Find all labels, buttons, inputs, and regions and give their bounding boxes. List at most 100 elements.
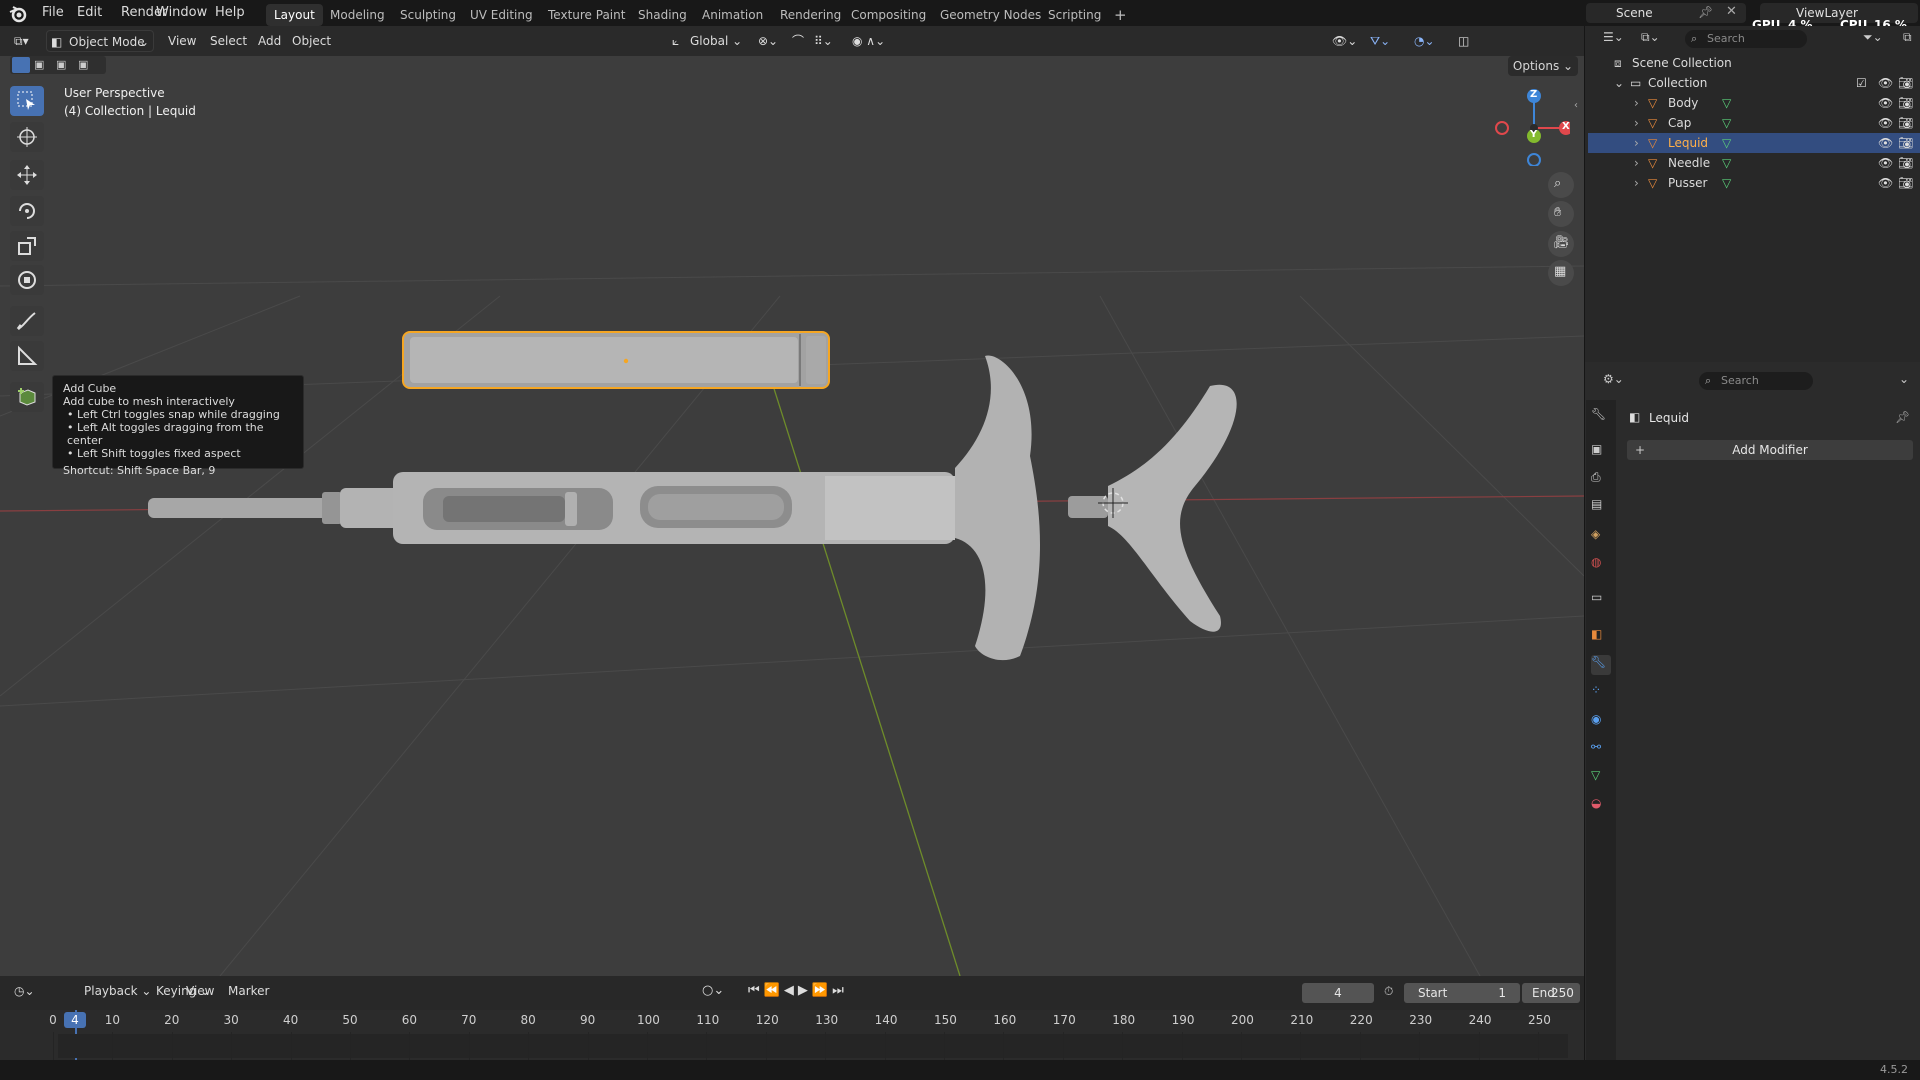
- outliner-collection[interactable]: ⌄ ▭ Collection ☑ 👁︎ 📷︎: [1588, 73, 1920, 93]
- pivot-point-icon[interactable]: ⊗⌄: [752, 30, 784, 52]
- tab-scripting[interactable]: Scripting: [1040, 4, 1109, 26]
- menu-timeline-view[interactable]: View: [180, 980, 220, 1002]
- outliner-item-lequid[interactable]: › ▽ Lequid ▽ 👁︎ 📷︎: [1588, 133, 1920, 153]
- select-subtract-icon[interactable]: ▣: [56, 58, 66, 71]
- tab-texture-paint[interactable]: Texture Paint: [540, 4, 633, 26]
- properties-editor-icon[interactable]: ⚙⌄: [1603, 372, 1624, 386]
- tab-rendering[interactable]: Rendering: [772, 4, 849, 26]
- menu-select[interactable]: Select: [204, 30, 253, 52]
- camera-icon[interactable]: 📷︎: [1898, 93, 1913, 113]
- blender-logo-icon[interactable]: [8, 4, 28, 24]
- properties-options-icon[interactable]: ⌄: [1899, 372, 1909, 386]
- timeline-editor-icon[interactable]: ◷⌄: [8, 980, 41, 1002]
- gizmo-icon[interactable]: ⛛⌄: [1364, 30, 1396, 52]
- select-box-tool[interactable]: [10, 86, 44, 116]
- mesh-data-icon[interactable]: ▽: [1722, 173, 1731, 193]
- tab-tool-icon[interactable]: 🔧︎: [1591, 407, 1611, 427]
- xray-icon[interactable]: ◫: [1452, 30, 1475, 52]
- close-icon[interactable]: ✕: [1726, 4, 1737, 19]
- cursor-tool[interactable]: [10, 122, 44, 152]
- mesh-data-icon[interactable]: ▽: [1722, 153, 1731, 173]
- tab-material-icon[interactable]: ◒: [1591, 796, 1611, 816]
- display-mode-icon[interactable]: ⧉⌄: [1641, 30, 1660, 45]
- tab-modifiers-icon[interactable]: 🔧︎: [1591, 655, 1611, 675]
- tab-layout[interactable]: Layout: [266, 4, 323, 26]
- camera-view-icon[interactable]: 🎥︎: [1548, 231, 1574, 257]
- expand-chevron-icon[interactable]: ⌄: [1614, 73, 1624, 93]
- outliner-editor-icon[interactable]: ☰⌄: [1603, 30, 1624, 44]
- timeline-body[interactable]: 0 10 20 30 40 50 60 70 80 90 100 110 120 130 140 150 160…: [0, 1010, 1584, 1060]
- cap-object[interactable]: [402, 331, 830, 389]
- expand-chevron-icon[interactable]: ›: [1634, 133, 1639, 153]
- options-dropdown[interactable]: Options ⌄: [1508, 56, 1578, 76]
- tab-geometry-nodes[interactable]: Geometry Nodes: [932, 4, 1049, 26]
- outliner-search-input[interactable]: ⌕ Search: [1685, 30, 1807, 48]
- keyframe-track[interactable]: [58, 1034, 1568, 1058]
- mode-dropdown[interactable]: ◧ Object Mode ⌄: [46, 30, 154, 52]
- transform-tool[interactable]: [10, 265, 44, 295]
- syringe-object[interactable]: [148, 355, 1237, 661]
- menu-add[interactable]: Add: [252, 30, 287, 52]
- outliner-scene-collection[interactable]: ⧈ Scene Collection: [1588, 53, 1920, 73]
- visibility-selectability-icon[interactable]: 👁︎⌄: [1326, 30, 1363, 52]
- new-collection-icon[interactable]: ⧉: [1903, 30, 1912, 45]
- properties-search-input[interactable]: ⌕ Search: [1699, 372, 1813, 390]
- filter-icon[interactable]: ⏷⌄: [1863, 30, 1883, 45]
- tab-view-layer-icon[interactable]: ▤: [1591, 497, 1611, 517]
- editor-type-icon[interactable]: ⧉▾: [8, 30, 48, 52]
- eye-icon[interactable]: 👁︎: [1878, 93, 1893, 113]
- eye-icon[interactable]: 👁︎: [1878, 133, 1893, 153]
- select-intersect-icon[interactable]: ▣: [78, 58, 88, 71]
- tab-sculpting[interactable]: Sculpting: [392, 4, 464, 26]
- select-new-icon[interactable]: [12, 57, 30, 73]
- zoom-icon[interactable]: ⌕: [1548, 172, 1574, 198]
- overlay-icon[interactable]: ◔⌄: [1408, 30, 1441, 52]
- pin-icon[interactable]: 📌︎: [1698, 5, 1713, 19]
- camera-icon[interactable]: 📷︎: [1898, 73, 1913, 93]
- mesh-data-icon[interactable]: ▽: [1722, 93, 1731, 113]
- tab-physics-icon[interactable]: ◉: [1591, 712, 1611, 732]
- tab-compositing[interactable]: Compositing: [843, 4, 934, 26]
- select-extend-icon[interactable]: ▣: [34, 58, 44, 71]
- outliner-item-body[interactable]: › ▽ Body ▽ 👁︎ 📷︎: [1588, 93, 1920, 113]
- menu-edit[interactable]: Edit: [69, 0, 110, 26]
- expand-chevron-icon[interactable]: ›: [1634, 153, 1639, 173]
- camera-icon[interactable]: 📷︎: [1898, 173, 1913, 193]
- add-modifier-button[interactable]: + Add Modifier: [1627, 440, 1913, 460]
- outliner-item-cap[interactable]: › ▽ Cap ▽ 👁︎ 📷︎: [1588, 113, 1920, 133]
- expand-chevron-icon[interactable]: ›: [1634, 173, 1639, 193]
- camera-icon[interactable]: 📷︎: [1898, 153, 1913, 173]
- menu-help[interactable]: Help: [207, 0, 253, 26]
- eye-icon[interactable]: 👁︎: [1878, 173, 1893, 193]
- ortho-grid-icon[interactable]: ▦: [1548, 260, 1574, 286]
- eye-icon[interactable]: 👁︎: [1878, 73, 1893, 93]
- add-cube-tool[interactable]: [10, 382, 44, 412]
- outliner-item-needle[interactable]: › ▽ Needle ▽ 👁︎ 📷︎: [1588, 153, 1920, 173]
- start-frame-field[interactable]: Start 1: [1404, 983, 1520, 1003]
- eye-icon[interactable]: 👁︎: [1878, 113, 1893, 133]
- pin-icon[interactable]: 📌︎: [1895, 410, 1910, 424]
- tab-output-icon[interactable]: ⎙: [1591, 470, 1611, 490]
- playback-controls[interactable]: ⏮⏪◀▶⏩⏭: [742, 980, 854, 1002]
- add-workspace-button[interactable]: +: [1106, 4, 1135, 26]
- tab-uv-editing[interactable]: UV Editing: [462, 4, 541, 26]
- mesh-data-icon[interactable]: ▽: [1722, 113, 1731, 133]
- tab-render-icon[interactable]: ▣: [1591, 442, 1611, 462]
- eye-icon[interactable]: 👁︎: [1878, 153, 1893, 173]
- menu-object[interactable]: Object: [286, 30, 337, 52]
- tab-data-icon[interactable]: ▽: [1591, 768, 1611, 788]
- outliner-item-pusser[interactable]: › ▽ Pusser ▽ 👁︎ 📷︎: [1588, 173, 1920, 193]
- tab-constraints-icon[interactable]: ⚯: [1591, 740, 1611, 760]
- annotate-tool[interactable]: [10, 306, 44, 336]
- scale-tool[interactable]: [10, 231, 44, 261]
- sidebar-toggle-icon[interactable]: ‹: [1574, 100, 1578, 111]
- expand-chevron-icon[interactable]: ›: [1634, 113, 1639, 133]
- menu-file[interactable]: File: [34, 0, 72, 26]
- navigation-gizmo[interactable]: Z X Y: [1490, 86, 1573, 167]
- scene-selector[interactable]: Scene 📌︎ ✕: [1586, 3, 1746, 23]
- stopwatch-icon[interactable]: ⏱︎: [1384, 984, 1393, 999]
- exclude-checkbox[interactable]: ☑: [1856, 73, 1867, 93]
- menu-playback[interactable]: Playback ⌄: [78, 980, 157, 1002]
- tab-world-icon[interactable]: ◍: [1591, 555, 1611, 575]
- tab-collection-icon[interactable]: ▭: [1591, 590, 1611, 610]
